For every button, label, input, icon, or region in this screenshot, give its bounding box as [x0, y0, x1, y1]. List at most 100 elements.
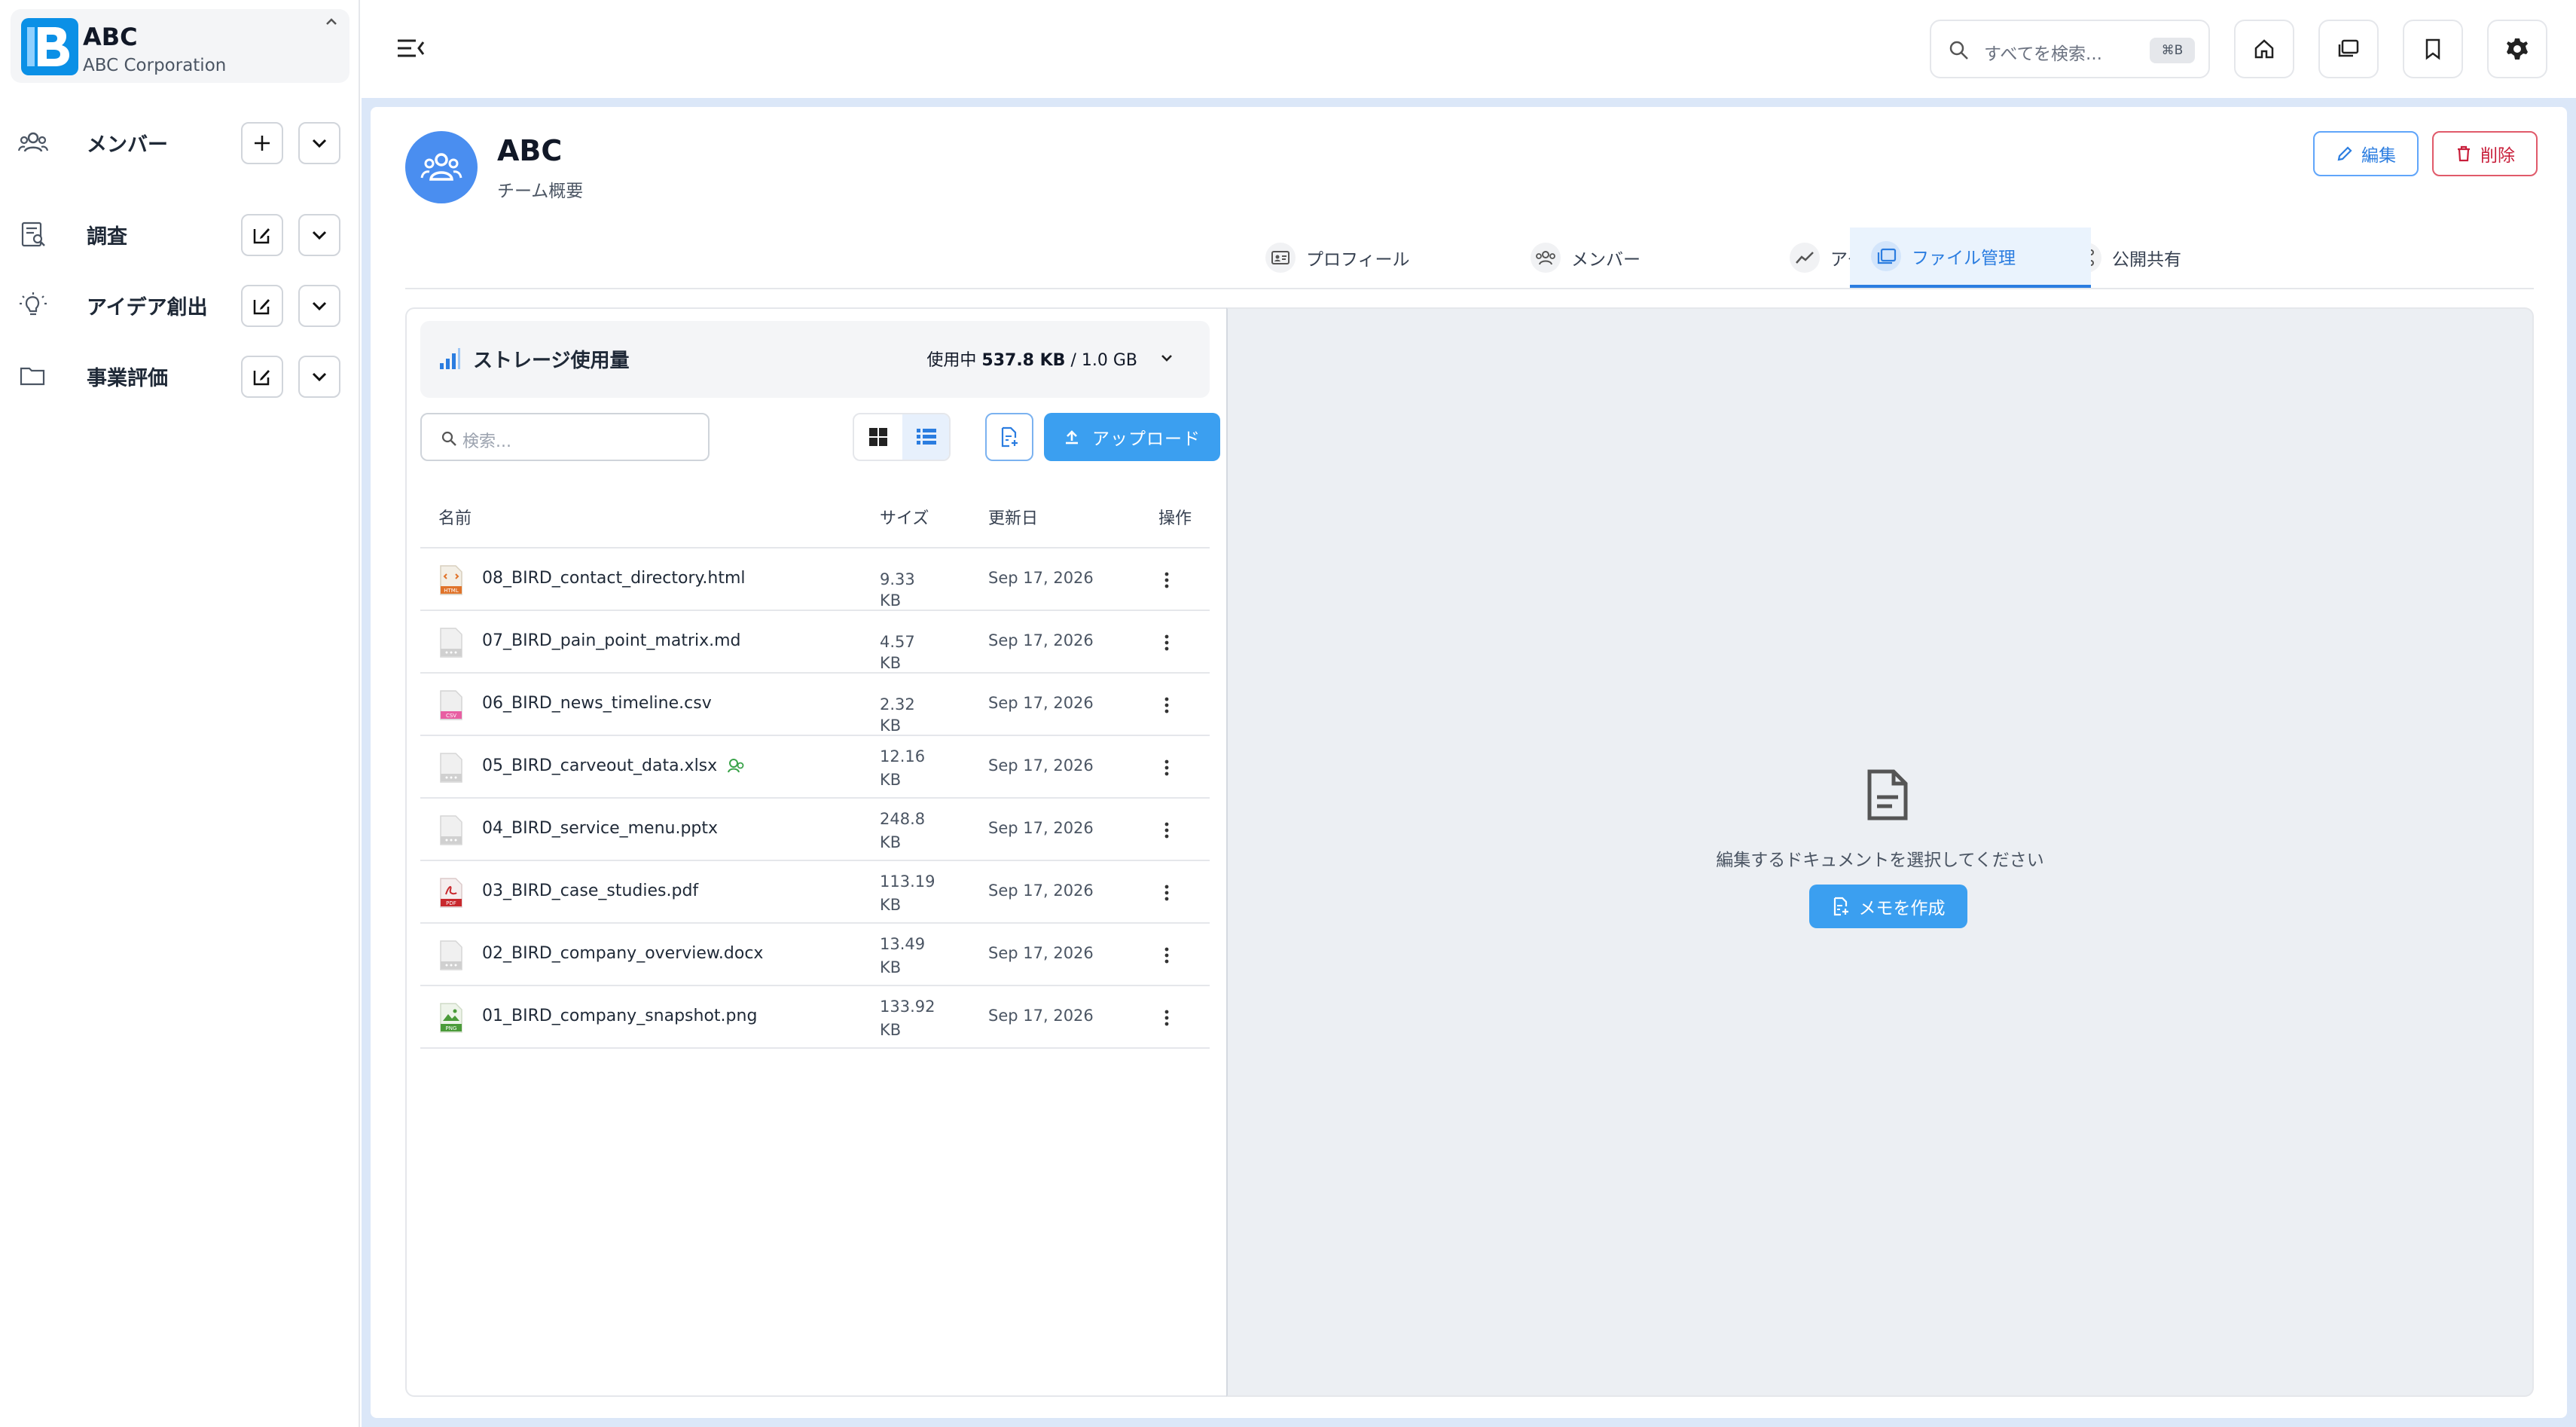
- edit-research-button[interactable]: [241, 214, 283, 256]
- file-size: 12.16 KB: [880, 747, 926, 789]
- file-row[interactable]: 04_BIRD_service_menu.pptx 248.8 KB Sep 17,…: [420, 799, 1210, 861]
- more-vertical-icon[interactable]: [1155, 818, 1178, 842]
- column-date[interactable]: 更新日: [988, 505, 1038, 529]
- file-date: Sep 17, 2026: [988, 756, 1094, 775]
- file-name[interactable]: 04_BIRD_service_menu.pptx: [482, 819, 718, 838]
- global-search-input[interactable]: すべてを検索... ⌘B: [1930, 20, 2210, 78]
- file-name[interactable]: 07_BIRD_pain_point_matrix.md: [482, 631, 741, 650]
- image-file-icon: PNG: [438, 1003, 464, 1033]
- upload-button[interactable]: アップロード: [1044, 413, 1220, 461]
- more-vertical-icon[interactable]: [1155, 756, 1178, 780]
- file-name[interactable]: 01_BIRD_company_snapshot.png: [482, 1007, 757, 1025]
- more-vertical-icon[interactable]: [1155, 1006, 1178, 1030]
- collapse-sidebar-icon[interactable]: [395, 33, 428, 63]
- expand-evaluation-button[interactable]: [298, 356, 340, 398]
- sidebar-item-members[interactable]: メンバー: [0, 113, 360, 172]
- windows-button[interactable]: [2318, 20, 2379, 78]
- expand-ideation-button[interactable]: [298, 285, 340, 327]
- file-name[interactable]: 08_BIRD_contact_directory.html: [482, 569, 746, 588]
- column-size[interactable]: サイズ: [880, 505, 929, 529]
- upload-icon: [1066, 430, 1078, 445]
- file-size: 9.33 KB: [880, 570, 915, 610]
- delete-team-button[interactable]: 削除: [2432, 131, 2538, 176]
- edit-evaluation-button[interactable]: [241, 356, 283, 398]
- create-memo-button[interactable]: メモを作成: [1809, 885, 1967, 928]
- sidebar-item-evaluation[interactable]: 事業評価: [0, 347, 360, 405]
- users-icon: [18, 132, 48, 152]
- bookmark-button[interactable]: [2403, 20, 2463, 78]
- file-size: 248.8 KB: [880, 810, 926, 851]
- trash-icon: [2458, 145, 2470, 162]
- file-row[interactable]: HTML 08_BIRD_contact_directory.html 9.33 K…: [420, 548, 1210, 611]
- new-document-button[interactable]: [985, 413, 1033, 461]
- csv-file-icon: CSV: [438, 690, 464, 720]
- tab-label: ファイル管理: [1912, 249, 2016, 268]
- expand-members-button[interactable]: [298, 122, 340, 164]
- document-icon: [1867, 769, 1908, 820]
- grid-view-button[interactable]: [854, 414, 902, 460]
- sidebar-item-label: 調査: [87, 225, 127, 249]
- team-card: ABC チーム概要 編集 削除 プロフィール メンバー 公開共有 ファイル管理 …: [371, 107, 2567, 1418]
- svg-text:HTML: HTML: [444, 588, 459, 594]
- column-name[interactable]: 名前: [438, 505, 472, 529]
- file-date: Sep 17, 2026: [988, 694, 1094, 712]
- file-search-input[interactable]: 検索...: [420, 413, 710, 461]
- svg-text:CSV: CSV: [446, 713, 456, 719]
- new-document-icon: [1001, 426, 1018, 448]
- file-table: 名前 サイズ 更新日 操作 HTML 08_BIRD_contact_direct…: [420, 487, 1210, 1049]
- top-bar: すべてを検索... ⌘B: [362, 0, 2576, 98]
- expand-research-button[interactable]: [298, 214, 340, 256]
- more-vertical-icon[interactable]: [1155, 568, 1178, 592]
- edit-icon: [253, 370, 270, 386]
- more-vertical-icon[interactable]: [1155, 693, 1178, 717]
- search-icon: [1949, 41, 1968, 60]
- tab-members[interactable]: メンバー: [1509, 228, 1662, 288]
- sidebar-item-ideation[interactable]: アイデア創出: [0, 276, 360, 335]
- file-date: Sep 17, 2026: [988, 631, 1094, 649]
- file-date: Sep 17, 2026: [988, 569, 1094, 587]
- list-view-button[interactable]: [902, 414, 949, 460]
- chevron-up-down-icon[interactable]: [321, 15, 342, 42]
- more-vertical-icon[interactable]: [1155, 881, 1178, 905]
- add-member-button[interactable]: [241, 122, 283, 164]
- file-row[interactable]: PNG 01_BIRD_company_snapshot.png 133.92 KB…: [420, 986, 1210, 1049]
- org-switcher[interactable]: ABC ABC Corporation: [11, 9, 349, 83]
- pdf-file-icon: PDF: [438, 878, 464, 908]
- file-row[interactable]: 07_BIRD_pain_point_matrix.md 4.57 KB Sep 1…: [420, 611, 1210, 674]
- file-row[interactable]: 05_BIRD_carveout_data.xlsx 12.16 KB Sep 17…: [420, 736, 1210, 799]
- search-shortcut-badge: ⌘B: [2150, 38, 2195, 63]
- storage-usage-text: 使用中 537.8 KB / 1.0 GB: [926, 351, 1137, 370]
- more-vertical-icon[interactable]: [1155, 631, 1178, 655]
- file-name[interactable]: 06_BIRD_news_timeline.csv: [482, 694, 712, 713]
- file-name[interactable]: 02_BIRD_company_overview.docx: [482, 944, 763, 963]
- file-row[interactable]: 02_BIRD_company_overview.docx 13.49 KB Sep…: [420, 924, 1210, 986]
- upload-label: アップロード: [1092, 429, 1201, 449]
- file-row[interactable]: CSV 06_BIRD_news_timeline.csv 2.32 KB Sep 1…: [420, 674, 1210, 736]
- file-row[interactable]: PDF 03_BIRD_case_studies.pdf 113.19 KB Sep …: [420, 861, 1210, 924]
- svg-text:PDF: PDF: [446, 900, 456, 906]
- chevron-down-icon: [312, 372, 327, 382]
- file-name[interactable]: 05_BIRD_carveout_data.xlsx: [482, 756, 746, 776]
- edit-team-button[interactable]: 編集: [2313, 131, 2419, 176]
- id-card-icon: [1265, 243, 1296, 273]
- settings-button[interactable]: [2487, 20, 2547, 78]
- tab-profile[interactable]: プロフィール: [1244, 228, 1431, 288]
- chevron-down-icon: [312, 301, 327, 311]
- more-vertical-icon[interactable]: [1155, 943, 1178, 967]
- edit-ideation-button[interactable]: [241, 285, 283, 327]
- file-list-panel: ストレージ使用量 使用中 537.8 KB / 1.0 GB 検索... アップ…: [405, 307, 1226, 1397]
- document-editor-placeholder: 編集するドキュメントを選択してください メモを作成: [1226, 307, 2534, 1397]
- bookmark-icon: [2425, 38, 2440, 60]
- storage-usage-bar[interactable]: ストレージ使用量 使用中 537.8 KB / 1.0 GB: [420, 321, 1210, 398]
- org-subtitle: ABC Corporation: [83, 56, 227, 75]
- tab-label: 公開共有: [2112, 250, 2181, 270]
- file-name[interactable]: 03_BIRD_case_studies.pdf: [482, 882, 698, 900]
- sidebar: ABC ABC Corporation メンバー 調査 アイデア創出 事業評価: [0, 0, 360, 1427]
- tab-file-management[interactable]: ファイル管理: [1850, 228, 2091, 288]
- sidebar-item-research[interactable]: 調査: [0, 205, 360, 264]
- sidebar-item-label: メンバー: [87, 133, 168, 157]
- home-button[interactable]: [2234, 20, 2294, 78]
- shared-users-icon: [728, 759, 744, 773]
- main-area: ABC チーム概要 編集 削除 プロフィール メンバー 公開共有 ファイル管理 …: [362, 98, 2576, 1427]
- team-name: ABC: [497, 134, 563, 167]
